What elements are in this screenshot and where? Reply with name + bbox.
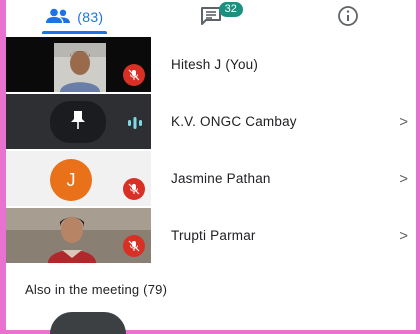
- tab-bar: (83) 32: [6, 0, 416, 34]
- participant-list: Hitesh J (You) K.V. ONGC Cambay > J Jasm…: [6, 36, 416, 264]
- info-icon: [337, 5, 359, 30]
- people-icon: [45, 8, 71, 27]
- participant-video-tile: [6, 37, 151, 92]
- next-participant-avatar: [50, 312, 126, 334]
- avatar: [50, 101, 106, 143]
- mic-muted-icon: [123, 64, 145, 86]
- participant-row[interactable]: J Jasmine Pathan >: [6, 150, 416, 207]
- participant-name: Jasmine Pathan: [171, 171, 271, 186]
- chevron-right-icon[interactable]: >: [399, 170, 408, 187]
- tab-info[interactable]: [279, 0, 416, 34]
- also-in-meeting-heading: Also in the meeting (79): [25, 282, 168, 297]
- participant-row[interactable]: Hitesh J (You): [6, 36, 416, 93]
- audio-level-icon: [127, 116, 143, 135]
- participant-name: K.V. ONGC Cambay: [171, 114, 297, 129]
- participant-name: Trupti Parmar: [171, 228, 256, 243]
- chevron-right-icon[interactable]: >: [399, 113, 408, 130]
- right-border: [416, 0, 420, 334]
- participant-video-tile: J: [6, 151, 151, 206]
- tab-chat[interactable]: 32: [143, 0, 280, 34]
- chevron-right-icon[interactable]: >: [399, 227, 408, 244]
- participant-video-tile: [6, 208, 151, 263]
- people-count: (83): [77, 9, 104, 25]
- participant-name: Hitesh J (You): [171, 57, 259, 72]
- avatar-initial: J: [66, 169, 76, 190]
- participant-row[interactable]: Trupti Parmar >: [6, 207, 416, 264]
- active-tab-indicator: [42, 31, 107, 34]
- chat-badge: 32: [218, 2, 243, 17]
- tab-people[interactable]: (83): [6, 0, 143, 34]
- mic-muted-icon: [123, 235, 145, 257]
- avatar: J: [50, 159, 92, 201]
- participant-row[interactable]: K.V. ONGC Cambay >: [6, 93, 416, 150]
- participant-video-tile: [6, 94, 151, 149]
- pin-icon: [69, 110, 87, 135]
- mic-muted-icon: [123, 178, 145, 200]
